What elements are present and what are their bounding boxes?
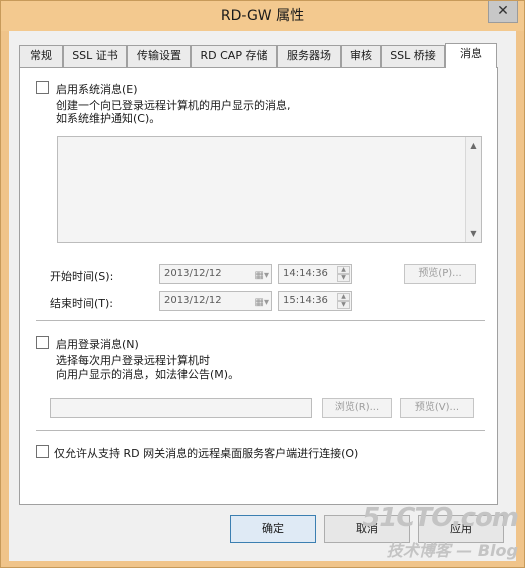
end-time-spinner[interactable]: 15:14:36 ▲ ▼ [278, 291, 352, 311]
separator-line [36, 430, 485, 431]
title-bar[interactable]: RD-GW 属性 ✕ [1, 1, 524, 31]
end-date-picker[interactable]: 2013/12/12 ▦▾ [159, 291, 272, 311]
end-date-value: 2013/12/12 [164, 295, 222, 306]
tab-transport-settings[interactable]: 传输设置 [127, 45, 191, 67]
start-time-label: 开始时间(S): [50, 270, 114, 283]
start-time-value: 14:14:36 [283, 268, 328, 279]
ok-button[interactable]: 确定 [230, 515, 316, 543]
only-allow-supported-clients-checkbox[interactable] [36, 445, 49, 458]
watermark-subtitle: 技术博客 — Blog [386, 541, 518, 560]
tab-rd-cap-store[interactable]: RD CAP 存储 [191, 45, 277, 67]
start-time-spinner[interactable]: 14:14:36 ▲ ▼ [278, 264, 352, 284]
close-button[interactable]: ✕ [488, 1, 518, 23]
site-watermark: 51CTO.com 技术博客 — Blog [362, 503, 519, 565]
separator-line [36, 320, 485, 321]
window-title: RD-GW 属性 [220, 8, 305, 24]
tab-general[interactable]: 常规 [19, 45, 63, 67]
tab-ssl-bridging[interactable]: SSL 桥接 [381, 45, 445, 67]
system-message-description-line2: 如系统维护通知(C)。 [56, 112, 161, 125]
enable-logon-message-label[interactable]: 启用登录消息(N) [56, 336, 139, 352]
logon-message-browse-button[interactable]: 浏览(R)... [322, 398, 392, 418]
spin-up-icon[interactable]: ▲ [337, 266, 350, 274]
start-time-spin-buttons[interactable]: ▲ ▼ [337, 266, 350, 282]
scroll-down-icon[interactable]: ▼ [466, 226, 481, 241]
spin-down-icon[interactable]: ▼ [337, 274, 350, 282]
system-message-preview-button[interactable]: 预览(P)... [404, 264, 476, 284]
properties-dialog: RD-GW 属性 ✕ 常规 SSL 证书 传输设置 RD CAP 存储 服务器场… [0, 0, 525, 568]
calendar-dropdown-icon[interactable]: ▦▾ [255, 267, 269, 285]
enable-system-message-checkbox[interactable] [36, 81, 49, 94]
vertical-scrollbar[interactable]: ▲ ▼ [465, 137, 481, 242]
start-date-value: 2013/12/12 [164, 268, 222, 279]
end-time-spin-buttons[interactable]: ▲ ▼ [337, 293, 350, 309]
scroll-up-icon[interactable]: ▲ [466, 138, 481, 153]
logon-message-preview-button[interactable]: 预览(V)... [400, 398, 474, 418]
only-allow-supported-clients-label[interactable]: 仅允许从支持 RD 网关消息的远程桌面服务客户端进行连接(O) [54, 445, 358, 461]
enable-system-message-label[interactable]: 启用系统消息(E) [56, 81, 138, 97]
messaging-tab-panel: 启用系统消息(E) 创建一个向已登录远程计算机的用户显示的消息, 如系统维护通知… [19, 67, 498, 505]
watermark-logo: 51CTO.com [362, 503, 519, 533]
end-time-label: 结束时间(T): [50, 297, 114, 310]
calendar-dropdown-icon[interactable]: ▦▾ [255, 294, 269, 312]
logon-message-description-line2: 向用户显示的消息，如法律公告(M)。 [56, 368, 240, 381]
tab-ssl-certificate[interactable]: SSL 证书 [63, 45, 127, 67]
enable-logon-message-checkbox[interactable] [36, 336, 49, 349]
tab-server-farm[interactable]: 服务器场 [277, 45, 341, 67]
tab-messaging[interactable]: 消息 [445, 43, 497, 68]
logon-message-file-path[interactable] [50, 398, 312, 418]
start-date-picker[interactable]: 2013/12/12 ▦▾ [159, 264, 272, 284]
dialog-client-area: 常规 SSL 证书 传输设置 RD CAP 存储 服务器场 审核 SSL 桥接 … [9, 31, 516, 561]
spin-down-icon[interactable]: ▼ [337, 301, 350, 309]
end-time-value: 15:14:36 [283, 295, 328, 306]
spin-up-icon[interactable]: ▲ [337, 293, 350, 301]
tab-auditing[interactable]: 审核 [341, 45, 381, 67]
system-message-textarea[interactable]: ▲ ▼ [57, 136, 482, 243]
